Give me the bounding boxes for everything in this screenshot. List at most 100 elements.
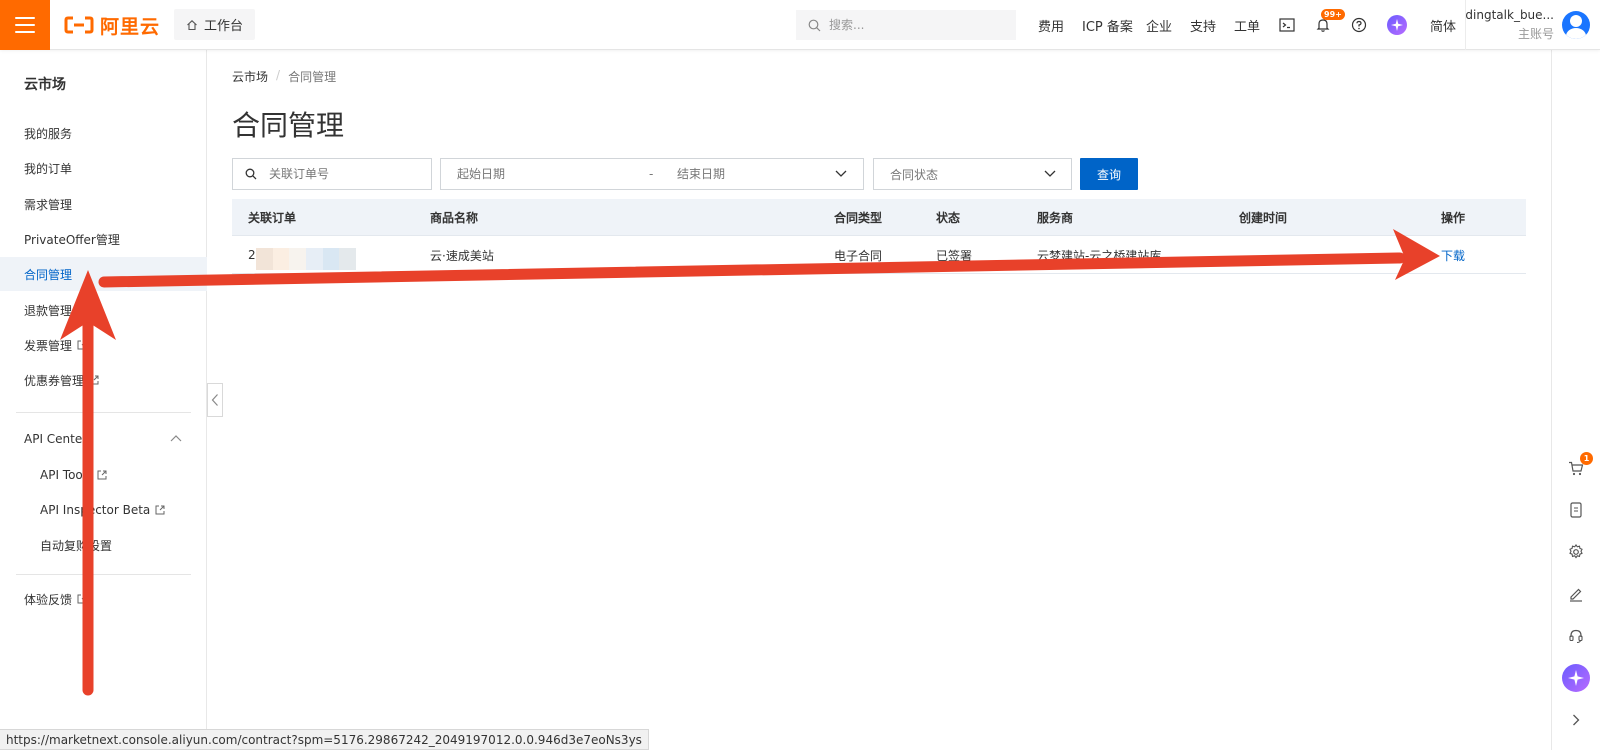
cell-status: 已签署 [936,248,973,263]
external-link-icon [97,470,107,480]
date-range-picker[interactable]: - [440,158,864,190]
nav-enterprise[interactable]: 企业 [1146,0,1172,50]
sidebar-group-label: API Center [24,432,88,446]
start-date-input[interactable] [457,167,637,181]
external-link-icon [77,594,87,604]
mobile-scan-icon [1570,502,1582,518]
ai-assistant-rail-button[interactable] [1562,664,1590,692]
right-rail-divider [1551,50,1552,750]
sidebar-item-refunds[interactable]: 退款管理 [0,293,207,327]
sidebar-item-label: 我的服务 [24,126,73,141]
sidebar-item-label: 我的订单 [24,161,73,176]
sidebar-item-api-tools[interactable]: API Tools [0,458,207,492]
date-range-separator: - [649,167,654,181]
gear-icon [1569,544,1583,559]
aliyun-logo[interactable]: 阿里云 [64,14,161,38]
contract-status-select[interactable]: 合同状态 [873,158,1072,190]
expand-rail-button[interactable] [1562,706,1590,734]
mobile-app-button[interactable] [1562,496,1590,524]
ai-assistant-button[interactable] [1385,13,1409,37]
cell-order: 2 [248,248,256,262]
cart-button[interactable]: 1 [1562,452,1593,482]
account-role: 主账号 [1517,27,1554,41]
external-link-icon [155,505,165,515]
query-button[interactable]: 查询 [1080,158,1138,190]
pencil-icon [1570,588,1582,602]
nav-ticket[interactable]: 工单 [1234,0,1260,50]
help-button[interactable] [1347,13,1371,37]
end-date-input[interactable] [677,167,817,181]
notification-button[interactable]: 99+ [1311,9,1345,37]
order-number-input[interactable] [269,167,419,181]
sidebar-item-label: PrivateOffer管理 [24,232,120,247]
contract-status-placeholder: 合同状态 [890,167,939,182]
headset-icon [1569,629,1583,644]
breadcrumb-separator: / [276,68,281,82]
chevron-down-icon [1044,170,1056,177]
cell-product: 云·速成美站 [430,248,494,263]
sidebar-item-my-orders[interactable]: 我的订单 [0,151,207,185]
hamburger-menu-button[interactable] [0,0,50,50]
sidebar-divider [16,574,191,575]
customer-service-button[interactable] [1562,622,1590,650]
sidebar-item-coupons[interactable]: 优惠券管理 [0,363,207,397]
redacted-order-number [256,248,357,270]
sidebar-item-invoices[interactable]: 发票管理 [0,328,207,362]
sidebar-title: 云市场 [24,77,66,93]
breadcrumb-item-market[interactable]: 云市场 [232,68,268,85]
avatar[interactable] [1562,11,1590,39]
sidebar-item-api-inspector[interactable]: API Inspector Beta [0,493,207,527]
nav-fees[interactable]: 费用 [1038,0,1064,50]
column-header-type: 合同类型 [834,211,883,225]
download-link[interactable]: 下载 [1441,236,1465,274]
search-input[interactable] [829,18,999,32]
edit-button[interactable] [1562,580,1590,608]
status-bar-url: https://marketnext.console.aliyun.com/co… [0,729,649,750]
account-name: dingtalk_bue... [1465,8,1554,22]
page-title: 合同管理 [232,109,345,142]
language-switch[interactable]: 简体 [1430,0,1456,50]
cart-badge: 1 [1580,452,1593,465]
sidebar-item-demand[interactable]: 需求管理 [0,187,207,221]
search-icon [245,168,257,180]
sidebar-item-label: 退款管理 [24,303,73,318]
settings-button[interactable] [1562,538,1590,566]
account-info[interactable]: dingtalk_bue... 主账号 [1464,8,1554,42]
top-bar: 阿里云 工作台 费用 ICP 备案 企业 支持 工单 99+ [0,0,1600,50]
brand-name: 阿里云 [100,15,161,38]
cloud-shell-button[interactable] [1275,13,1299,37]
home-icon [187,19,197,30]
column-header-actions: 操作 [1441,211,1466,225]
chevron-left-icon [211,394,218,406]
sidebar-collapse-button[interactable] [207,383,223,417]
column-header-status: 状态 [936,211,961,225]
global-search[interactable] [796,10,1016,40]
sidebar-item-auto-renew[interactable]: 自动复购设置 [0,528,207,562]
column-header-created: 创建时间 [1239,211,1288,225]
sidebar-item-label: 发票管理 [24,338,73,353]
sidebar-item-private-offer[interactable]: PrivateOffer管理 [0,222,207,256]
sidebar-item-contracts[interactable]: 合同管理 [0,257,207,291]
external-link-icon [89,375,99,385]
sidebar-item-feedback[interactable]: 体验反馈 [0,582,207,616]
breadcrumb: 云市场 / 合同管理 [232,68,336,85]
order-number-filter[interactable] [232,158,432,190]
sidebar-item-label: 自动复购设置 [40,538,113,553]
table-row: 2 云·速成美站 电子合同 已签署 云梦建站-云之桥建站库 下载 [232,236,1526,274]
search-icon [808,19,821,31]
ai-assistant-icon [1562,664,1590,692]
sidebar-item-label: 优惠券管理 [24,373,85,388]
nav-icp[interactable]: ICP 备案 [1082,0,1133,50]
sidebar-item-label: 合同管理 [24,267,73,282]
contracts-table-header: 关联订单 商品名称 合同类型 状态 服务商 创建时间 操作 [232,199,1526,236]
cell-provider: 云梦建站-云之桥建站库 [1037,248,1162,263]
sidebar-item-my-services[interactable]: 我的服务 [0,116,207,150]
cell-type: 电子合同 [834,248,883,263]
sidebar-group-api-center[interactable]: API Center [0,422,207,456]
sidebar-item-label: 体验反馈 [24,592,73,607]
chevron-up-icon [170,435,182,442]
nav-support[interactable]: 支持 [1190,0,1216,50]
sidebar-item-label: 需求管理 [24,197,73,212]
workbench-label: 工作台 [204,19,244,34]
workbench-button[interactable]: 工作台 [174,9,256,40]
